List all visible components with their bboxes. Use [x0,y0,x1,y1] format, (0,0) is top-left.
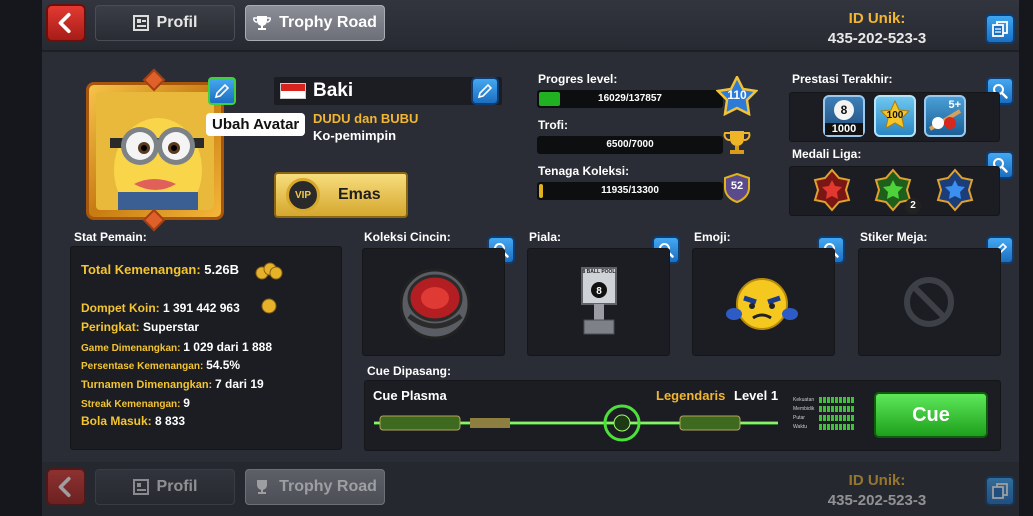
blue-league-medal-icon[interactable] [933,168,977,212]
name-field [274,77,502,105]
table-sticker-label: Stiker Meja: [860,230,928,244]
edit-avatar-button[interactable] [208,77,236,105]
level-progress-bar: 16029/137857 [537,90,723,108]
cue-stat-row: Waktu [793,423,855,431]
vip-label: Emas [338,186,381,203]
right-letterbox [1019,0,1033,516]
badge-100-text: 100 [886,110,904,121]
avatar-frame[interactable] [86,82,224,220]
ring-collection-label: Koleksi Cincin: [364,230,451,244]
emoji-label: Emoji: [694,230,731,244]
back-arrow-icon [58,476,71,498]
player-stats-label: Stat Pemain: [74,230,147,244]
edit-name-button[interactable] [471,77,499,105]
tab-trophy-road[interactable]: Trophy Road [245,5,385,41]
unique-id-label: ID Unik: [848,10,906,27]
stat-tournaments-won: Turnamen Dimenangkan: 7 dari 19 [81,377,264,391]
pencil-icon [477,83,493,99]
avatar [96,92,214,210]
cue-stat-row: Membidik [793,405,855,413]
achievement-badge-5plus[interactable]: 5+ [924,95,966,137]
tab-profile-label: Profil [156,14,198,31]
stat-coin-wallet: Dompet Koin: 1 391 442 963 [81,301,240,315]
back-arrow-icon [58,12,71,34]
copy-icon [992,21,1008,37]
copy-id-button[interactable] [985,14,1015,44]
level-number: 110 [727,88,747,102]
achievement-badge-100[interactable]: 100 [874,95,916,137]
vip-badge-icon: VIP [286,178,320,212]
cue-stat-row: Putar [793,414,855,422]
stat-win-percentage: Persentase Kemenangan: 54.5% [81,358,241,372]
left-letterbox [0,0,42,516]
stat-total-wins: Total Kemenangan: 5.26B [81,262,239,277]
stat-balls-potted: Bola Masuk: 8 833 [81,414,186,428]
svg-text:8: 8 [596,286,602,297]
vip-button[interactable]: VIP Emas [274,172,408,218]
cue-stats: Kekuatan Membidik Putar Waktu [793,396,855,431]
level-progress-label: Progres level: [538,72,618,86]
tooltip: Ubah Avatar [206,113,306,136]
cue-level: Level 1 [734,388,779,403]
recent-achievements-label: Prestasi Terakhir: [792,72,893,86]
tab-profile[interactable]: Profil [95,5,235,41]
badge-1000-text: 1000 [825,123,863,135]
bottom-bar-content: Profil Trophy Road ID Unik: 435-202-523-… [42,462,1019,516]
profile-card-icon [132,479,149,495]
bottom-tab-profile-label: Profil [156,478,198,495]
profile-card-icon [132,15,149,31]
trophy-bar: 6500/7000 [537,136,723,154]
pencil-icon [214,83,230,99]
trophy-icon [257,480,268,494]
plasma-cue-image [374,404,778,442]
trophy-label: Trofi: [538,118,568,132]
cue-name: Cue Plasma [373,388,447,403]
coin-stack-icon [255,262,283,280]
gold-trophy-icon [723,131,751,154]
bottom-copy-id-button[interactable] [985,476,1015,506]
bottom-unique-id-label: ID Unik: [848,472,906,489]
league-medal-count: 2 [905,198,921,214]
empty-slot-icon [904,277,954,327]
achievement-badge-1000[interactable]: 8 1000 [823,95,865,137]
bottom-back-button[interactable] [46,468,86,506]
bottom-tab-trophy-road[interactable]: Trophy Road [245,469,385,505]
league-medals-label: Medali Liga: [792,147,862,161]
stat-win-streak: Streak Kemenangan: 9 [81,396,190,410]
equipped-cue-label: Cue Dipasang: [367,364,452,378]
cue-button[interactable]: Cue [874,392,988,438]
unique-id-value: 435-202-523-3 [827,30,927,47]
level-progress-text: 16029/137857 [598,93,662,104]
trophy-icon [253,16,272,30]
cue-stat-row: Kekuatan [793,396,855,404]
player-name: Baki [313,80,354,101]
trophy-plaque-text: 8 BALL POOL [582,269,616,275]
cue-rarity: Legendaris [656,388,726,403]
club-name[interactable]: DUDU dan BUBU [313,111,418,126]
trophy-progress-text: 6500/7000 [606,139,654,150]
collection-power-bar: 11935/13300 [537,182,723,200]
tab-trophy-road-label: Trophy Road [279,14,377,31]
back-button[interactable] [46,4,86,42]
stat-rank: Peringkat: Superstar [81,320,200,334]
club-role: Ko-pemimpin [313,128,397,143]
bottom-unique-id-value: 435-202-523-3 [827,492,927,509]
red-league-medal-icon[interactable] [810,168,854,212]
stat-games-won: Game Dimenangkan: 1 029 dari 1 888 [81,340,272,354]
angry-emoji-icon [726,278,798,330]
collection-level-number: 52 [730,180,744,192]
collection-power-label: Tenaga Koleksi: [538,164,630,178]
coin-icon [261,298,277,314]
ring-icon [399,268,471,340]
copy-icon [992,483,1008,499]
pool-trophy-icon: 8 [581,267,617,335]
trophy-collection-label: Piala: [529,230,562,244]
indonesia-flag-icon [280,83,306,99]
eight-ball-icon: 8 [834,100,854,120]
minion-avatar-image [96,92,214,210]
collection-power-text: 11935/13300 [601,185,659,196]
bottom-tab-profile[interactable]: Profil [95,469,235,505]
badge-5plus-text: 5+ [948,99,961,111]
bottom-tab-trophy-road-label: Trophy Road [279,478,377,495]
